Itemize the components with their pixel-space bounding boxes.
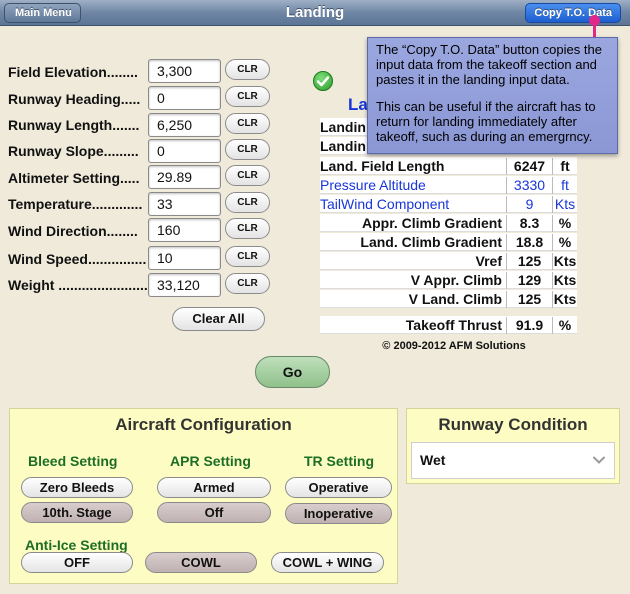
bleed-setting-label: Bleed Setting: [28, 453, 118, 469]
result-value: 91.9: [506, 317, 552, 334]
anti-ice-cowl-button[interactable]: COWL: [145, 552, 257, 573]
weight-input[interactable]: 33,120: [148, 273, 221, 297]
wind-direction-input[interactable]: 160: [148, 218, 221, 242]
runway-condition-select[interactable]: Wet: [411, 442, 615, 479]
apr-off-button[interactable]: Off: [157, 502, 271, 523]
copy-data-tooltip: The “Copy T.O. Data” button copies the i…: [367, 37, 618, 154]
runway-heading-input[interactable]: 0: [148, 86, 221, 110]
result-unit: %: [552, 317, 577, 334]
anti-ice-cowl-wing-button[interactable]: COWL + WING: [271, 552, 384, 573]
anti-ice-setting-label: Anti-Ice Setting: [25, 537, 128, 553]
copy-to-data-button[interactable]: Copy T.O. Data: [525, 3, 621, 23]
result-unit: ft: [552, 158, 577, 175]
tr-operative-button[interactable]: Operative: [285, 477, 392, 498]
tooltip-paragraph: This can be useful if the aircraft has t…: [376, 99, 596, 144]
nav-bar: Main Menu Landing Copy T.O. Data: [0, 0, 630, 26]
result-label: Land. Field Length: [320, 158, 445, 174]
runway-heading-label: Runway Heading.....: [8, 91, 141, 107]
result-label: V Land. Climb: [408, 291, 502, 307]
result-label: Appr. Climb Gradient: [361, 215, 502, 231]
runway-slope-label: Runway Slope.........: [8, 143, 139, 159]
result-unit: Kts: [552, 196, 577, 213]
temperature-input[interactable]: 33: [148, 192, 221, 216]
result-value: 125: [506, 291, 552, 308]
tr-inoperative-button[interactable]: Inoperative: [285, 503, 392, 524]
bleed-10th-stage-button[interactable]: 10th. Stage: [21, 502, 133, 523]
field-elevation-clr-button[interactable]: CLR: [225, 59, 270, 80]
wind-speed-clr-button[interactable]: CLR: [225, 246, 270, 267]
result-value: 9: [506, 196, 552, 213]
result-label: V Appr. Climb: [410, 272, 502, 288]
runway-heading-clr-button[interactable]: CLR: [225, 86, 270, 107]
result-value: 18.8: [506, 234, 552, 251]
result-unit: Kts: [552, 272, 577, 289]
result-label: TailWind Component: [320, 196, 450, 212]
result-label: Takeoff Thrust: [405, 317, 502, 333]
result-value: 3330: [506, 177, 552, 194]
table-row: V Appr. Climb 129 Kts: [320, 271, 577, 289]
tooltip-paragraph: The “Copy T.O. Data” button copies the i…: [376, 42, 602, 87]
table-row: TailWind Component 9 Kts: [320, 195, 577, 213]
wind-speed-input[interactable]: 10: [148, 246, 221, 270]
temperature-clr-button[interactable]: CLR: [225, 192, 270, 213]
result-unit: ft: [552, 177, 577, 194]
result-unit: %: [552, 215, 577, 232]
result-value: 8.3: [506, 215, 552, 232]
chevron-down-icon: [592, 453, 606, 470]
bleed-zero-bleeds-button[interactable]: Zero Bleeds: [21, 477, 133, 498]
temperature-label: Temperature.............: [8, 196, 143, 212]
anti-ice-off-button[interactable]: OFF: [21, 552, 133, 573]
table-row: Land. Field Length 6247 ft: [320, 157, 577, 175]
tr-setting-label: TR Setting: [304, 453, 374, 469]
panel-title: Aircraft Configuration: [115, 415, 292, 434]
aircraft-configuration-panel: Aircraft Configuration Bleed Setting Zer…: [9, 408, 398, 584]
runway-length-input[interactable]: 6,250: [148, 113, 221, 137]
wind-direction-clr-button[interactable]: CLR: [225, 218, 270, 239]
result-unit: Kts: [552, 253, 577, 270]
takeoff-thrust-row: Takeoff Thrust 91.9 %: [320, 316, 577, 334]
altimeter-setting-input[interactable]: 29.89: [148, 165, 221, 189]
altimeter-setting-label: Altimeter Setting.....: [8, 170, 140, 186]
weight-clr-button[interactable]: CLR: [225, 273, 270, 294]
result-unit: Kts: [552, 291, 577, 308]
result-unit: %: [552, 234, 577, 251]
result-value: 129: [506, 272, 552, 289]
results-heading: La: [348, 95, 368, 114]
checkmark-icon: [313, 71, 333, 91]
apr-armed-button[interactable]: Armed: [157, 477, 271, 498]
apr-setting-label: APR Setting: [170, 453, 251, 469]
result-label: Land. Climb Gradient: [360, 234, 502, 250]
runway-length-label: Runway Length.......: [8, 117, 140, 133]
field-elevation-label: Field Elevation........: [8, 64, 138, 80]
result-label: Vref: [475, 253, 502, 269]
wind-direction-label: Wind Direction........: [8, 223, 138, 239]
runway-condition-value: Wet: [420, 452, 446, 468]
panel-title: Runway Condition: [438, 415, 588, 434]
weight-label: Weight .......................: [8, 277, 148, 293]
table-row: Pressure Altitude 3330 ft: [320, 176, 577, 194]
copyright-text: © 2009-2012 AFM Solutions: [382, 340, 526, 352]
runway-condition-panel: Runway Condition Wet: [406, 408, 620, 484]
altimeter-setting-clr-button[interactable]: CLR: [225, 165, 270, 186]
result-label: Pressure Altitude: [320, 177, 426, 193]
go-button[interactable]: Go: [255, 356, 330, 388]
table-row: Land. Climb Gradient 18.8 %: [320, 233, 577, 251]
table-row: Appr. Climb Gradient 8.3 %: [320, 214, 577, 232]
result-value: 6247: [506, 158, 552, 175]
wind-speed-label: Wind Speed...............: [8, 251, 147, 267]
field-elevation-input[interactable]: 3,300: [148, 59, 221, 83]
runway-slope-clr-button[interactable]: CLR: [225, 139, 270, 160]
clear-all-button[interactable]: Clear All: [172, 307, 265, 331]
table-row: V Land. Climb 125 Kts: [320, 290, 577, 308]
result-value: 125: [506, 253, 552, 270]
runway-length-clr-button[interactable]: CLR: [225, 113, 270, 134]
table-row: Vref 125 Kts: [320, 252, 577, 270]
callout-pointer-dot: [589, 15, 600, 26]
runway-slope-input[interactable]: 0: [148, 139, 221, 163]
